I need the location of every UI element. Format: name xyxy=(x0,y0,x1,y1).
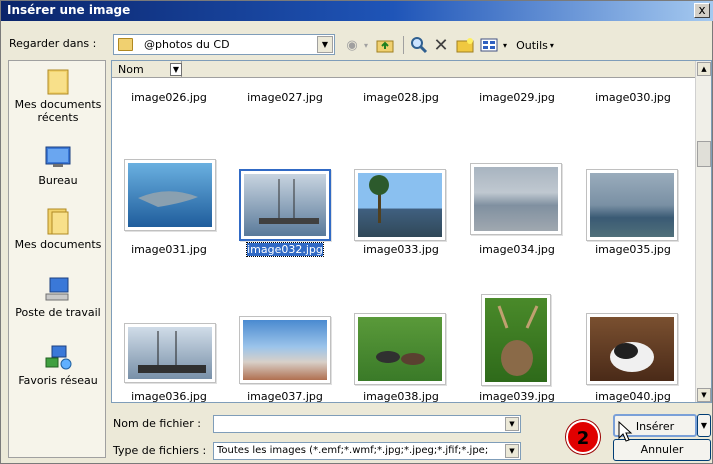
file-label[interactable]: image035.jpg xyxy=(578,243,688,256)
thumbnail-geese[interactable] xyxy=(354,313,446,385)
chevron-down-icon[interactable]: ▼ xyxy=(317,36,333,53)
thumbnail-cat[interactable] xyxy=(586,313,678,385)
thumbnail-city[interactable] xyxy=(239,316,331,384)
views-menu-icon[interactable]: ▾ xyxy=(500,35,510,55)
file-label[interactable]: image033.jpg xyxy=(346,243,456,256)
file-label[interactable]: image038.jpg xyxy=(346,390,456,402)
thumbnail-dolphin[interactable] xyxy=(124,159,216,231)
folder-icon xyxy=(118,38,133,51)
palm-image-icon xyxy=(369,175,389,223)
back-menu-icon[interactable]: ▾ xyxy=(361,35,371,55)
window-title: Insérer une image xyxy=(7,3,131,17)
file-list[interactable]: Nom ▼ image026.jpg image027.jpg image028… xyxy=(111,60,712,403)
place-label: Mes documents récents xyxy=(14,98,102,124)
column-sort-icon[interactable]: ▼ xyxy=(170,63,182,76)
thumbnail-deer[interactable] xyxy=(481,294,551,386)
vertical-scrollbar[interactable]: ▲ ▼ xyxy=(695,61,711,402)
desktop-icon xyxy=(45,146,71,167)
thumbnail-port-town[interactable] xyxy=(586,169,678,241)
filetype-value: Toutes les images (*.emf;*.wmf;*.jpg;*.j… xyxy=(217,445,489,456)
tools-label: Outils xyxy=(516,38,548,52)
dolphin-image-icon xyxy=(138,191,198,207)
look-in-value: @photos du CD xyxy=(144,38,230,51)
insert-label: Insérer xyxy=(635,420,675,433)
thumbnail-marina[interactable] xyxy=(470,163,562,235)
my-documents-icon xyxy=(47,208,69,235)
cancel-label: Annuler xyxy=(640,443,684,456)
scroll-thumb[interactable] xyxy=(697,141,711,167)
place-desktop[interactable]: Bureau xyxy=(9,143,107,187)
file-label[interactable]: image034.jpg xyxy=(462,243,572,256)
place-label: Bureau xyxy=(38,174,78,187)
look-in-dropdown[interactable]: @photos du CD ▼ xyxy=(113,34,335,55)
recent-documents-icon xyxy=(47,69,69,95)
deer-image-icon xyxy=(497,305,539,376)
place-recent-documents[interactable]: Mes documents récents xyxy=(9,67,107,124)
search-web-icon[interactable] xyxy=(409,35,429,55)
filename-input[interactable]: ▼ xyxy=(213,415,521,433)
place-my-documents[interactable]: Mes documents xyxy=(9,207,107,251)
file-label[interactable]: image029.jpg xyxy=(462,91,572,104)
place-label: Favoris réseau xyxy=(18,374,98,387)
ship-image-icon xyxy=(259,179,319,224)
filename-label: Nom de fichier : xyxy=(113,417,201,430)
back-icon[interactable]: ◉ xyxy=(343,35,361,55)
column-header-filler xyxy=(182,61,697,78)
file-label[interactable]: image039.jpg xyxy=(462,390,572,402)
scroll-down-icon[interactable]: ▼ xyxy=(697,388,711,402)
scroll-up-icon[interactable]: ▲ xyxy=(697,62,711,76)
thumbnail-harbor[interactable] xyxy=(354,169,446,241)
insert-image-dialog: Insérer une image x Regarder dans : @pho… xyxy=(0,0,713,464)
file-label-selected[interactable]: image032.jpg xyxy=(230,242,340,257)
chevron-down-icon[interactable]: ▼ xyxy=(505,444,519,458)
delete-icon[interactable]: ✕ xyxy=(431,35,451,56)
thumbnail-sailing-ship[interactable] xyxy=(239,169,331,241)
network-places-icon xyxy=(45,345,72,370)
mouse-cursor-icon xyxy=(618,421,633,442)
place-label: Mes documents xyxy=(14,238,102,251)
new-folder-icon[interactable] xyxy=(455,35,475,55)
insert-options-button[interactable]: ▼ xyxy=(697,414,711,437)
close-button[interactable]: x xyxy=(694,3,710,18)
file-label[interactable]: image026.jpg xyxy=(114,91,224,104)
filetype-dropdown[interactable]: Toutes les images (*.emf;*.wmf;*.jpg;*.j… xyxy=(213,442,521,460)
thumbnail-tall-ship[interactable] xyxy=(124,323,216,383)
places-bar: Mes documents récents Bureau Mes documen… xyxy=(8,60,106,458)
file-label[interactable]: image036.jpg xyxy=(114,390,224,402)
ship-image-icon xyxy=(138,331,206,373)
place-my-computer[interactable]: Poste de travail xyxy=(9,275,107,319)
chevron-down-icon: ▾ xyxy=(549,40,554,50)
file-label[interactable]: image037.jpg xyxy=(230,390,340,402)
cat-image-icon xyxy=(610,342,654,372)
step-badge: 2 xyxy=(566,420,600,454)
geese-image-icon xyxy=(376,351,425,365)
views-icon[interactable] xyxy=(479,35,499,55)
toolbar-separator xyxy=(403,36,404,54)
my-computer-icon xyxy=(45,277,69,301)
file-label[interactable]: image040.jpg xyxy=(578,390,688,402)
file-label[interactable]: image030.jpg xyxy=(578,91,688,104)
place-label: Poste de travail xyxy=(15,306,101,319)
selected-file-name[interactable]: image032.jpg xyxy=(246,242,324,257)
file-label[interactable]: image028.jpg xyxy=(346,91,456,104)
title-bar: Insérer une image xyxy=(1,1,713,21)
column-header-label: Nom xyxy=(118,63,144,76)
filetype-label: Type de fichiers : xyxy=(113,444,207,457)
up-folder-icon[interactable] xyxy=(375,35,395,55)
tools-menu[interactable]: Outils ▾ xyxy=(513,35,557,55)
chevron-down-icon[interactable]: ▼ xyxy=(505,417,519,431)
file-label[interactable]: image031.jpg xyxy=(114,243,224,256)
look-in-label: Regarder dans : xyxy=(9,37,97,50)
file-label[interactable]: image027.jpg xyxy=(230,91,340,104)
place-network[interactable]: Favoris réseau xyxy=(9,343,107,387)
